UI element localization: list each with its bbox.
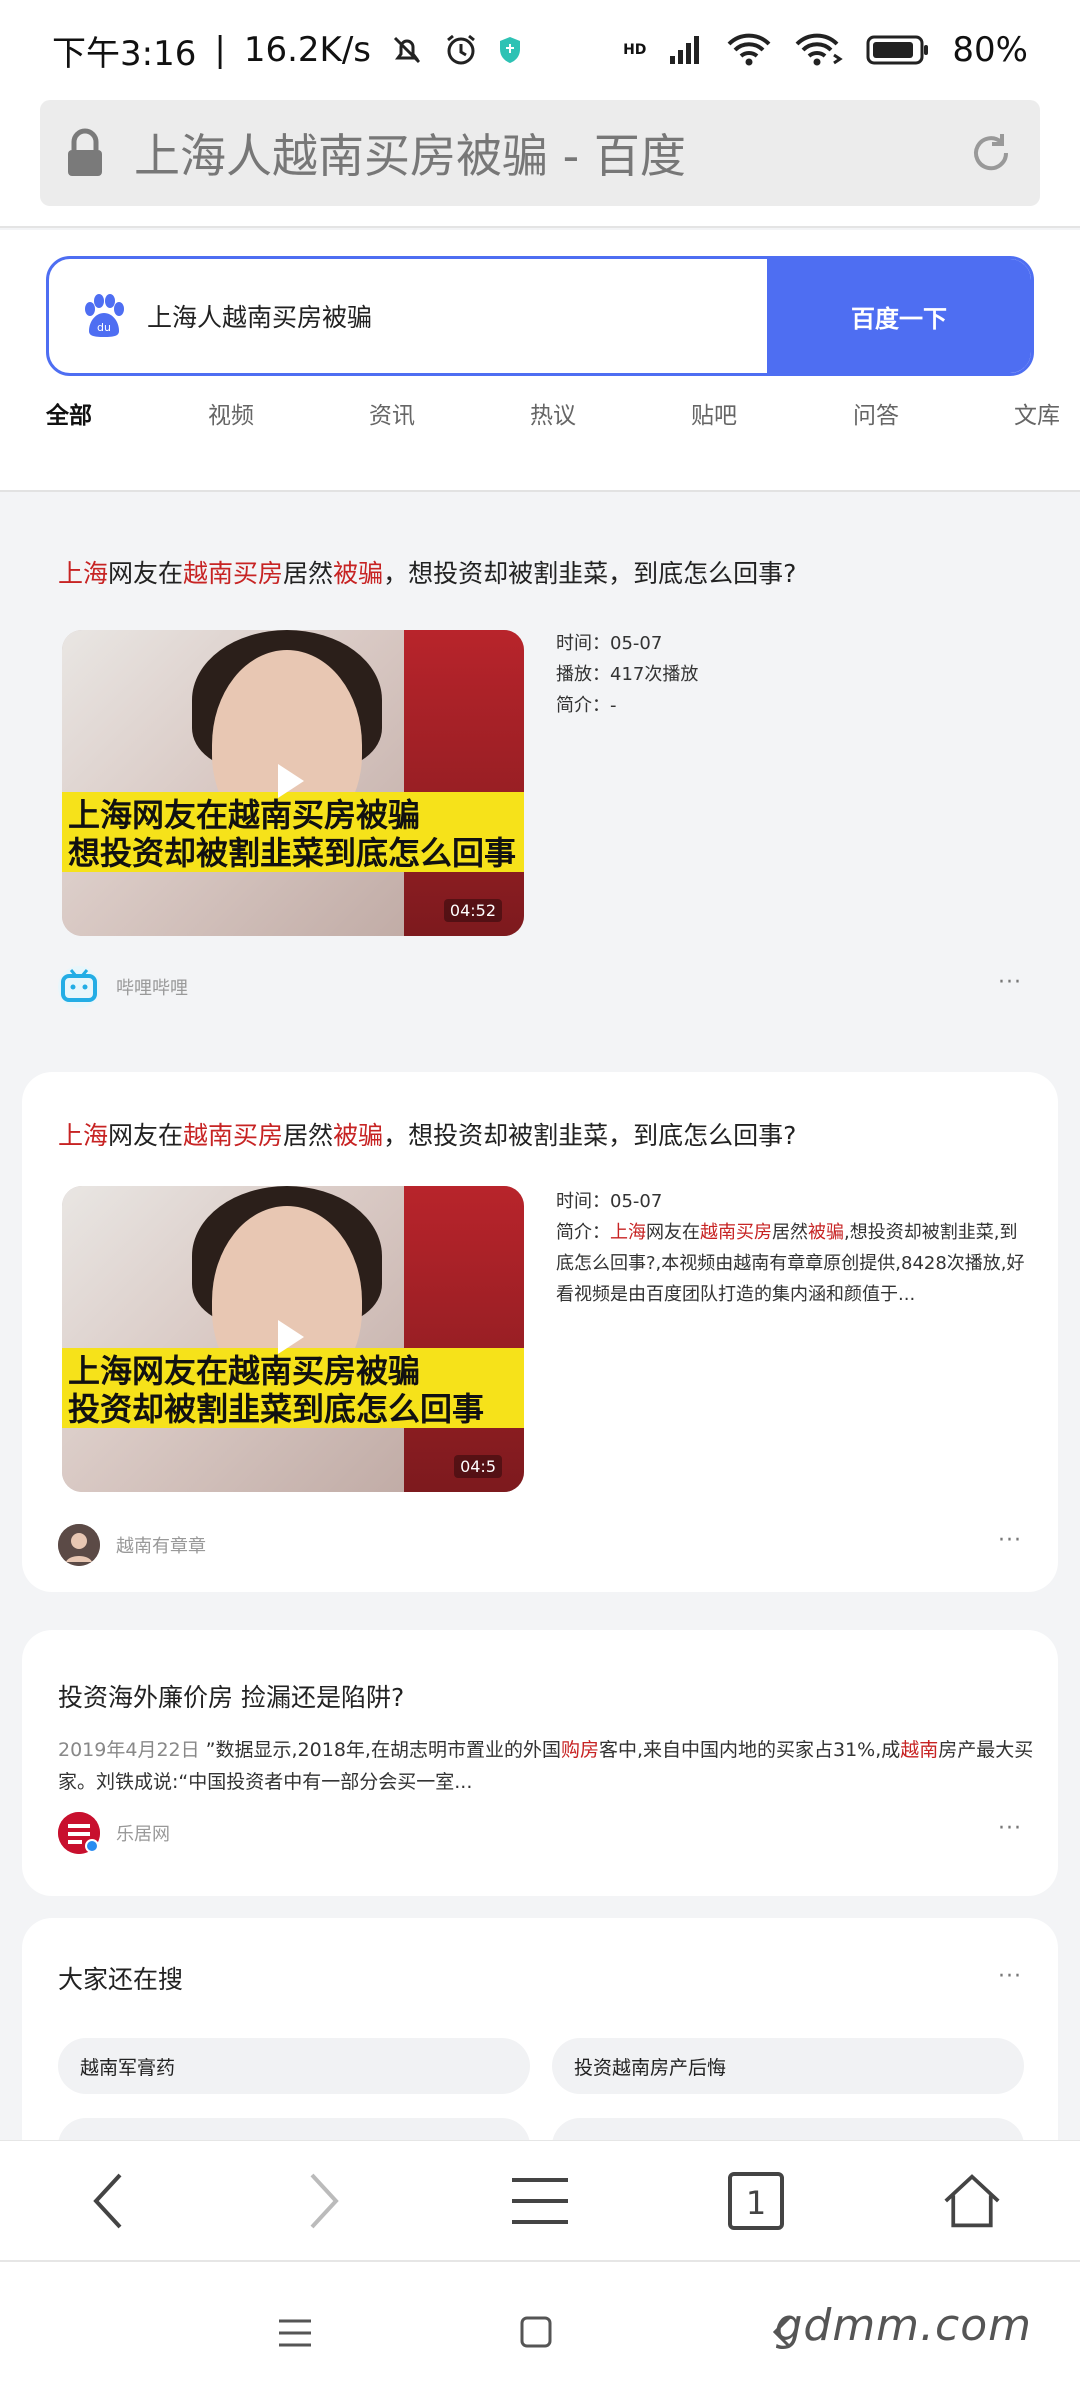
tab-news[interactable]: 资讯 [369,396,415,430]
tab-tieba[interactable]: 贴吧 [691,396,737,430]
search-tabs: 全部 视频 资讯 热议 贴吧 问答 文库 [0,396,1080,655]
more-options-button[interactable]: ··· [998,1816,1022,1841]
tab-wenku[interactable]: 文库 [1014,396,1060,430]
network-type: HD [623,42,647,58]
lock-icon [68,128,102,176]
battery-percent: 80% [952,30,1028,70]
related-chip[interactable]: 越南军膏药 [58,2038,530,2094]
related-searches: 大家还在搜 ··· 越南军膏药 投资越南房产后悔 [22,1918,1058,2140]
status-bar: 下午3:16 | 16.2K/s HD 80% [0,0,1080,100]
menu-button[interactable] [510,2171,570,2231]
thumbnail-caption: 上海网友在越南买房被骗 投资却被割韭菜到底怎么回事 [62,1348,524,1428]
result-source[interactable]: 越南有章章 [58,1524,206,1566]
alarm-icon [447,34,475,65]
search-button[interactable]: 百度一下 [767,259,1031,373]
battery-icon [866,35,929,65]
page-content: du 上海人越南买房被骗 百度一下 全部 视频 资讯 热议 贴吧 问答 文库 上… [0,230,1080,2140]
avatar [58,1524,100,1566]
watermark: gdmm.com [774,2300,1032,2351]
related-chip[interactable] [58,2118,530,2140]
play-icon[interactable] [278,1320,304,1354]
result-card-article[interactable]: 投资海外廉价房 捡漏还是陷阱? 2019年4月22日 ”数据显示,2018年,在… [22,1630,1058,1896]
home-icon [944,2174,1000,2228]
leju-logo-icon [58,1812,100,1854]
browser-bottom-nav: 1 [0,2140,1080,2260]
forward-arrow-icon [310,2173,339,2229]
home-button[interactable] [942,2171,1002,2231]
more-options-button[interactable]: ··· [998,1964,1022,1989]
related-chip[interactable]: 投资越南房产后悔 [552,2038,1024,2094]
video-thumbnail[interactable]: 上海网友在越南买房被骗 想投资却被割韭菜到底怎么回事 04:52 [62,630,524,936]
result-title[interactable]: 上海网友在越南买房居然被骗，想投资却被割韭菜，到底怎么回事? [58,554,796,590]
search-box[interactable]: du 上海人越南买房被骗 百度一下 [46,256,1034,376]
refresh-icon[interactable] [966,128,1016,178]
result-title[interactable]: 投资海外廉价房 捡漏还是陷阱? [58,1678,404,1714]
result-title[interactable]: 上海网友在越南买房居然被骗，想投资却被割韭菜，到底怎么回事? [58,1116,796,1152]
mute-bell-icon [393,36,421,64]
tab-qa[interactable]: 问答 [853,396,899,430]
status-time: 下午3:16 [52,33,197,74]
result-card-video-2[interactable]: 上海网友在越南买房居然被骗，想投资却被割韭菜，到底怎么回事? 上海网友在越南买房… [22,1072,1058,1592]
forward-button[interactable] [294,2171,354,2231]
video-duration: 04:5 [454,1455,502,1478]
back-arrow-icon [93,2173,122,2229]
search-input[interactable]: du 上海人越南买房被骗 [49,259,767,373]
related-title: 大家还在搜 [58,1965,184,1994]
search-query: 上海人越南买房被骗 [147,303,373,332]
shield-icon [500,37,520,63]
address-bar[interactable]: 上海人越南买房被骗 - 百度 [40,100,1040,206]
svg-text:1: 1 [746,2184,766,2222]
video-meta: 时间：05-07 播放：417次播放 简介：- [556,633,699,716]
tab-video[interactable]: 视频 [208,396,254,430]
back-button[interactable] [78,2171,138,2231]
svg-text:du: du [97,321,111,334]
result-card-video-1[interactable]: 上海网友在越南买房居然被骗，想投资却被割韭菜，到底怎么回事? 上海网友在越南买房… [22,510,1058,1030]
browser-toolbar: 上海人越南买房被骗 - 百度 [0,100,1080,228]
thumbnail-caption: 上海网友在越南买房被骗 想投资却被割韭菜到底怎么回事 [62,792,524,872]
more-options-button[interactable]: ··· [998,970,1022,995]
wifi-icon [727,33,771,66]
tabs-button[interactable]: 1 [726,2171,786,2231]
recents-icon[interactable] [278,2318,312,2348]
tabs-count-icon: 1 [728,2172,784,2230]
menu-icon [512,2178,568,2224]
more-options-button[interactable]: ··· [998,1528,1022,1553]
play-icon[interactable] [278,764,304,798]
related-chip[interactable] [552,2118,1024,2140]
video-description: 简介：上海网友在越南买房居然被骗,想投资却被割韭菜,到底怎么回事?,本视频由越南… [556,1222,1025,1305]
video-meta: 时间：05-07 简介：上海网友在越南买房居然被骗,想投资却被割韭菜,到底怎么回… [556,1186,1026,1310]
bilibili-icon [58,966,100,1008]
signal-icon [670,36,700,64]
status-speed: 16.2K/s [243,30,371,70]
video-thumbnail[interactable]: 上海网友在越南买房被骗 投资却被割韭菜到底怎么回事 04:5 [62,1186,524,1492]
home-square-icon[interactable] [520,2316,552,2348]
system-nav-bar: gdmm.com [0,2260,1080,2400]
search-header: du 上海人越南买房被骗 百度一下 全部 视频 资讯 热议 贴吧 问答 文库 [0,230,1080,655]
baidu-paw-icon: du [85,294,124,337]
wifi-hotspot-icon [795,33,844,66]
result-description: 2019年4月22日 ”数据显示,2018年,在胡志明市置业的外国购房客中,来自… [58,1739,1034,1793]
result-source[interactable]: 乐居网 [58,1812,170,1854]
result-source[interactable]: 哔哩哔哩 [58,966,188,1008]
tab-all[interactable]: 全部 [46,396,92,430]
tab-discussion[interactable]: 热议 [530,396,576,430]
page-title: 上海人越南买房被骗 - 百度 [134,129,686,183]
video-duration: 04:52 [443,899,502,922]
